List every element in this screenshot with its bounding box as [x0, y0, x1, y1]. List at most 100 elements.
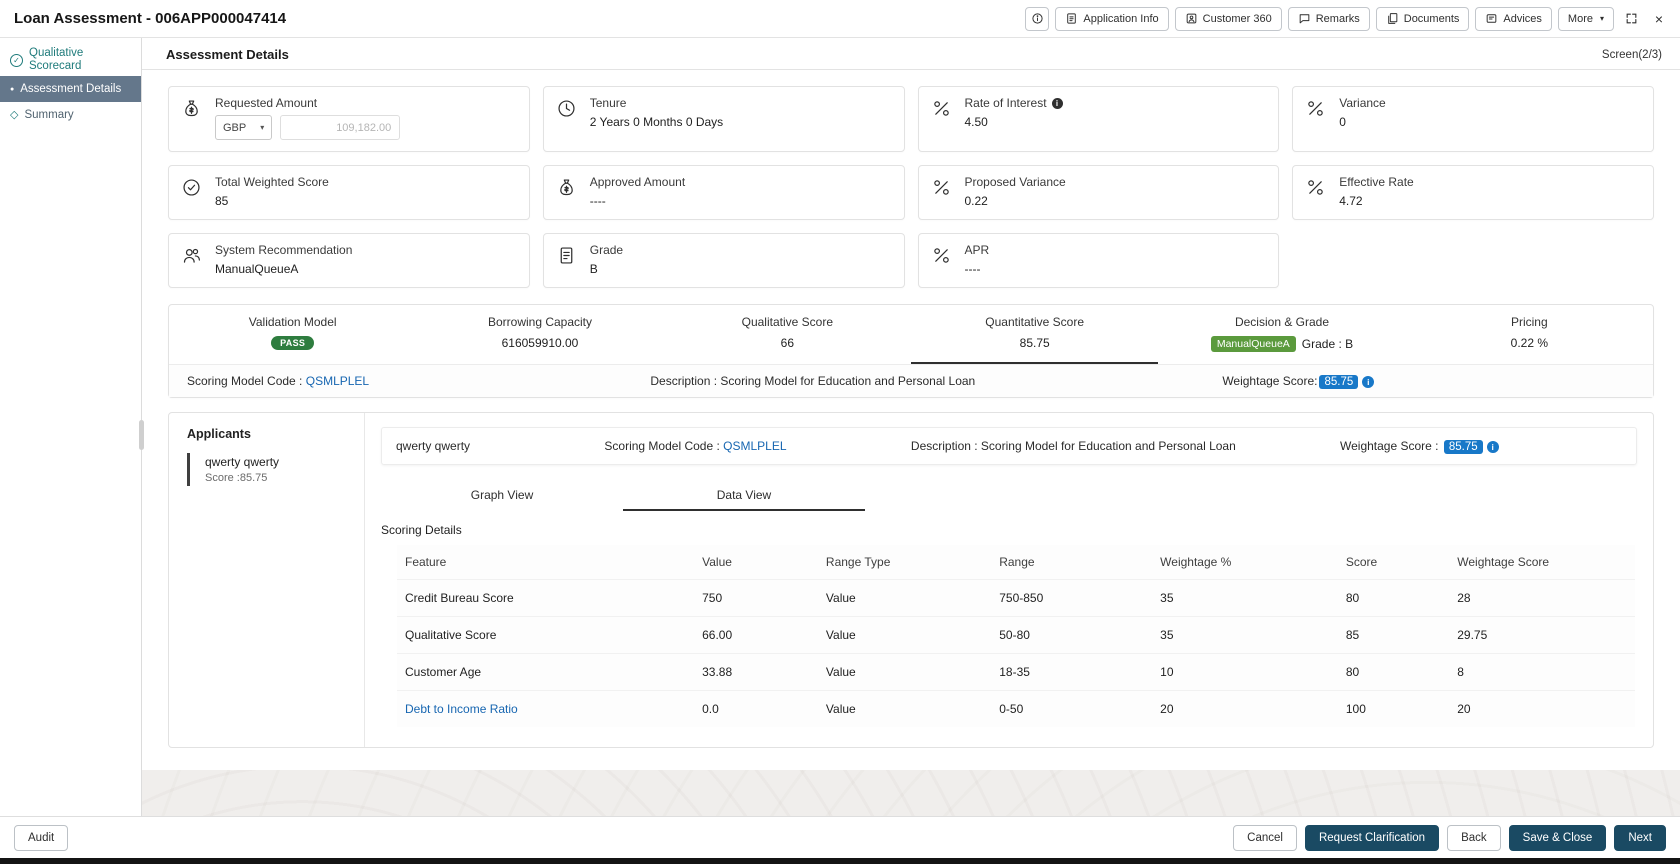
feature-cell: Credit Bureau Score — [397, 579, 695, 617]
card-variance: Variance 0 — [1292, 86, 1654, 152]
remarks-icon — [1298, 12, 1311, 25]
applicant-name: qwerty qwerty — [396, 439, 471, 453]
card-value: 4.72 — [1339, 194, 1363, 208]
info-button[interactable] — [1025, 6, 1050, 31]
tab-data-view[interactable]: Data View — [623, 481, 865, 511]
bottom-edge-strip — [0, 858, 1680, 864]
strip-qualitative-score[interactable]: Qualitative Score 66 — [664, 305, 911, 364]
weightage-score-cell: 28 — [1449, 579, 1635, 617]
application-info-icon — [1065, 12, 1078, 25]
tab-graph-view[interactable]: Graph View — [381, 481, 623, 511]
card-proposed-variance: Proposed Variance 0.22 — [917, 165, 1280, 220]
range-cell: 18-35 — [991, 653, 1153, 691]
value-cell: 33.88 — [694, 653, 818, 691]
strip-decision-grade[interactable]: Decision & Grade ManualQueueA Grade : B — [1158, 305, 1405, 364]
clock-icon — [556, 96, 578, 140]
decision-badge: ManualQueueA — [1210, 336, 1296, 352]
sidebar-item-assessment-details[interactable]: ● Assessment Details — [0, 76, 141, 103]
back-button[interactable]: Back — [1447, 824, 1501, 851]
remarks-label: Remarks — [1315, 12, 1360, 25]
screen-indicator: Screen(2/3) — [1601, 48, 1662, 61]
application-info-button[interactable]: Application Info — [1055, 6, 1169, 31]
card-effective-rate: Effective Rate 4.72 — [1292, 165, 1654, 220]
advices-button[interactable]: Advices — [1475, 6, 1552, 31]
column-header: Range — [999, 555, 1035, 569]
value-cell: 0.0 — [694, 690, 818, 727]
weightage-score: Weightage Score: 85.75 i — [1222, 374, 1635, 389]
score-cell: 100 — [1337, 690, 1450, 727]
card-label: Grade — [589, 243, 624, 257]
request-clarification-button[interactable]: Request Clarification — [1304, 824, 1440, 851]
sidebar-item-label: Assessment Details — [20, 82, 122, 95]
requested-amount-input[interactable] — [280, 115, 401, 140]
sidebar-item-label: Summary — [24, 108, 74, 121]
applicants-list-panel: Applicants qwerty qwerty Score :85.75 — [169, 413, 365, 747]
value-cell: 66.00 — [694, 616, 818, 654]
diamond-icon: ◇ — [10, 108, 19, 121]
customer-360-icon — [1185, 12, 1198, 25]
card-value: ---- — [589, 194, 606, 208]
advices-label: Advices — [1503, 12, 1542, 25]
card-label: Tenure — [589, 96, 627, 110]
header-actions: Application Info Customer 360 Remarks Do… — [1025, 6, 1670, 31]
sidebar: ✓ Qualitative Scorecard ● Assessment Det… — [0, 38, 144, 816]
feature-cell: Debt to Income Ratio — [397, 690, 695, 727]
save-and-close-button[interactable]: Save & Close — [1508, 824, 1607, 851]
summary-strip-cells: Validation Model PASS Borrowing Capacity… — [169, 305, 1653, 364]
expand-icon[interactable] — [1620, 8, 1642, 30]
main-area: ✓ Qualitative Scorecard ● Assessment Det… — [0, 38, 1680, 816]
feature-cell: Qualitative Score — [397, 616, 695, 654]
close-icon[interactable]: × — [1648, 8, 1670, 30]
column-header: Feature — [405, 555, 447, 569]
sidebar-item-summary[interactable]: ◇ Summary — [0, 102, 141, 128]
column-header: Value — [702, 555, 732, 569]
card-label: Effective Rate — [1339, 175, 1414, 189]
currency-select[interactable]: GBP ▾ — [215, 115, 273, 140]
card-requested-amount: Requested Amount GBP ▾ — [168, 86, 530, 152]
documents-icon — [1386, 12, 1399, 25]
applicant-detail-bar: qwerty qwerty Scoring Model Code : QSMLP… — [381, 427, 1637, 465]
feature-link[interactable]: Debt to Income Ratio — [405, 702, 518, 716]
range-type-cell: Value — [817, 653, 992, 691]
more-button[interactable]: More ▾ — [1557, 6, 1614, 31]
strip-pricing[interactable]: Pricing 0.22 % — [1406, 305, 1653, 364]
weightage-pct-cell: 35 — [1152, 579, 1338, 617]
weightage-score-cell: 8 — [1449, 653, 1635, 691]
card-label: Variance — [1339, 96, 1386, 110]
percent-icon — [931, 175, 953, 208]
card-value: B — [589, 262, 598, 276]
summary-cards-grid: Requested Amount GBP ▾ 109,182.00 Tenure… — [168, 86, 1654, 288]
strip-borrowing-capacity[interactable]: Borrowing Capacity 616059910.00 — [416, 305, 663, 364]
strip-quantitative-score[interactable]: Quantitative Score 85.75 — [911, 305, 1158, 364]
sidebar-drag-handle[interactable] — [139, 420, 144, 450]
assessment-summary-strip: Validation Model PASS Borrowing Capacity… — [168, 304, 1654, 398]
audit-button[interactable]: Audit — [14, 824, 69, 851]
range-type-cell: Value — [817, 690, 992, 727]
sidebar-item-qualitative-scorecard[interactable]: ✓ Qualitative Scorecard — [0, 44, 141, 76]
scoring-model-code-link[interactable]: QSMLPLEL — [723, 439, 786, 453]
strip-validation-model[interactable]: Validation Model PASS — [169, 305, 416, 364]
card-value: 85 — [215, 194, 229, 208]
documents-label: Documents — [1403, 12, 1460, 25]
scoring-details-table: Feature Value Range Type Range Weightage… — [397, 545, 1635, 727]
info-icon[interactable]: i — [1486, 440, 1499, 453]
scoring-model-row: Scoring Model Code : QSMLPLEL Descriptio… — [169, 364, 1653, 397]
customer-360-button[interactable]: Customer 360 — [1174, 6, 1282, 31]
scoring-model-code-link[interactable]: QSMLPLEL — [306, 374, 369, 388]
page-title: Loan Assessment - 006APP000047414 — [14, 10, 287, 27]
card-system-recommendation: System Recommendation ManualQueueA — [168, 233, 530, 288]
customer-360-label: Customer 360 — [1202, 12, 1272, 25]
remarks-button[interactable]: Remarks — [1287, 6, 1370, 31]
card-approved-amount: Approved Amount ---- — [542, 165, 905, 220]
documents-button[interactable]: Documents — [1375, 6, 1470, 31]
pass-badge: PASS — [271, 336, 315, 350]
scoring-model-description: Description : Scoring Model for Educatio… — [650, 374, 976, 388]
info-icon[interactable]: i — [1051, 97, 1063, 109]
view-tabs: Graph View Data View — [381, 481, 1637, 511]
applicant-list-item[interactable]: qwerty qwerty Score :85.75 — [187, 453, 364, 486]
cancel-button[interactable]: Cancel — [1233, 824, 1297, 851]
info-icon[interactable]: i — [1362, 375, 1375, 388]
next-button[interactable]: Next — [1614, 824, 1666, 851]
money-bag-icon — [556, 175, 578, 208]
weightage-score-badge: 85.75 — [1319, 375, 1359, 389]
